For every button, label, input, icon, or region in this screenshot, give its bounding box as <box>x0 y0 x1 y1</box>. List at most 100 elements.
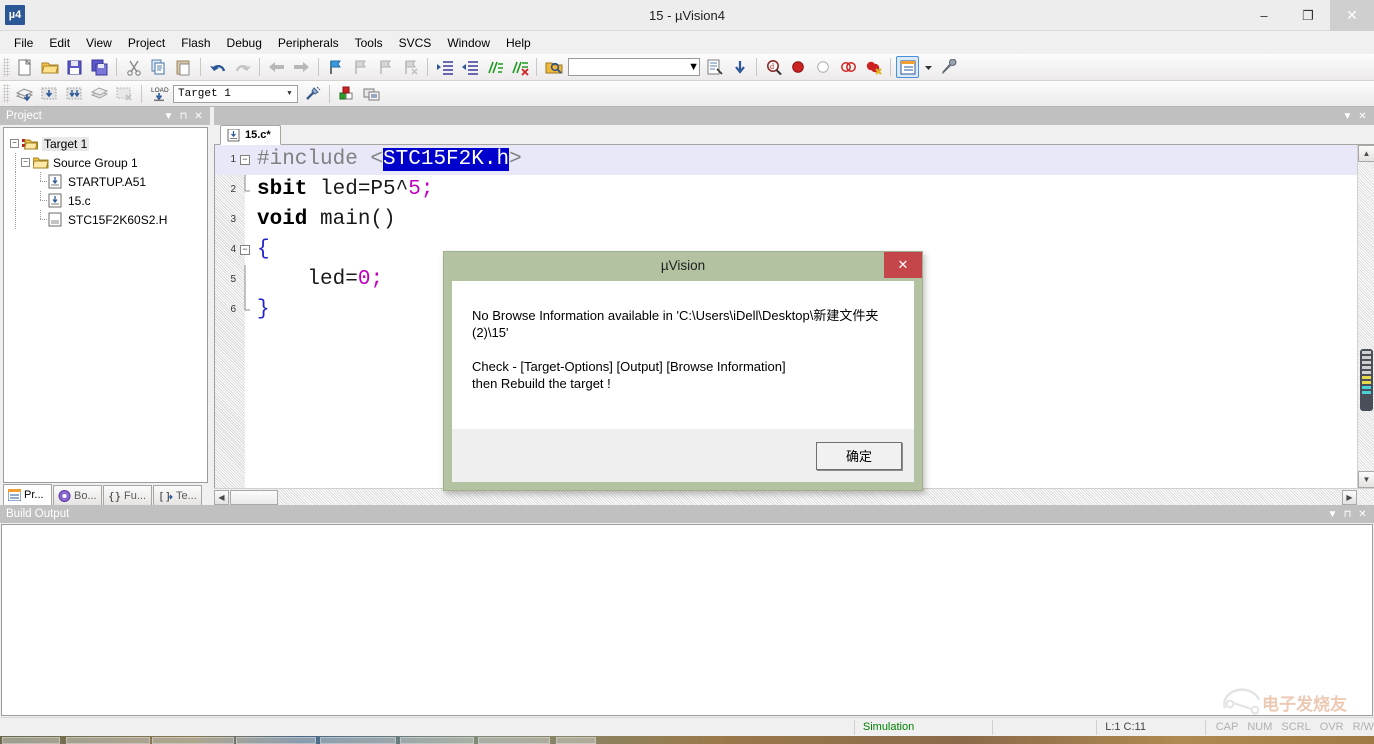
close-icon[interactable]: ✕ <box>1355 111 1370 122</box>
menu-flash[interactable]: Flash <box>173 33 218 53</box>
close-icon[interactable]: ✕ <box>191 111 206 122</box>
download-icon[interactable]: LOAD <box>147 83 170 105</box>
code-line[interactable]: 2 sbit led=P5^5; <box>215 175 1374 205</box>
code-line[interactable]: 1 − #include <STC15F2K.h> <box>215 145 1374 175</box>
editor-tab-15c[interactable]: 15.c* <box>220 125 281 145</box>
search-combo[interactable]: ▼ <box>568 58 700 76</box>
build-output-content[interactable] <box>1 524 1373 716</box>
editor-vertical-scrollbar[interactable]: ▲ ▼ <box>1357 145 1374 488</box>
find-icon[interactable]: d <box>762 56 785 78</box>
tree-guide <box>10 191 21 210</box>
translate-icon[interactable] <box>13 83 36 105</box>
goto-definition-icon[interactable] <box>728 56 751 78</box>
save-icon[interactable] <box>63 56 86 78</box>
redo-icon[interactable] <box>231 56 254 78</box>
batch-build-icon[interactable] <box>88 83 111 105</box>
target-selector[interactable]: Target 1 ▼ <box>173 84 298 103</box>
menu-tools[interactable]: Tools <box>347 33 391 53</box>
comment-icon[interactable] <box>483 56 506 78</box>
dialog-ok-button[interactable]: 确定 <box>816 441 902 470</box>
toolbar-grip[interactable] <box>3 84 10 103</box>
copy-icon[interactable] <box>147 56 170 78</box>
scroll-right-button[interactable]: ▶ <box>1342 489 1357 505</box>
editor-tab-label: 15.c* <box>245 129 271 141</box>
tree-item-source-group[interactable]: − Source Group 1 <box>10 153 207 172</box>
pin-icon[interactable]: ⊓ <box>176 111 191 122</box>
toolbar-separator <box>318 58 319 76</box>
menu-window[interactable]: Window <box>439 33 498 53</box>
project-tree[interactable]: − Target 1 − Source Group 1 STARTUP.A51 … <box>3 127 208 483</box>
minimize-button[interactable]: – <box>1242 0 1286 31</box>
hscroll-thumb[interactable] <box>230 489 278 505</box>
build-icon[interactable] <box>38 83 61 105</box>
menu-peripherals[interactable]: Peripherals <box>270 33 347 53</box>
save-all-icon[interactable] <box>88 56 111 78</box>
undo-icon[interactable] <box>206 56 229 78</box>
tab-books[interactable]: Bo... <box>53 485 102 505</box>
tree-item-file[interactable]: STC15F2K60S2.H <box>10 210 207 229</box>
fold-toggle[interactable]: − <box>237 145 253 175</box>
tree-item-target[interactable]: − Target 1 <box>10 134 207 153</box>
menu-debug[interactable]: Debug <box>219 33 270 53</box>
tree-item-file[interactable]: 15.c <box>10 191 207 210</box>
toolbar-grip[interactable] <box>3 57 10 77</box>
menu-file[interactable]: File <box>6 33 41 53</box>
configure-icon[interactable] <box>937 56 960 78</box>
expander-icon[interactable]: − <box>10 139 19 148</box>
find-in-files-icon[interactable] <box>542 56 565 78</box>
menu-help[interactable]: Help <box>498 33 539 53</box>
open-file-icon[interactable] <box>38 56 61 78</box>
close-icon[interactable]: ✕ <box>1355 509 1370 520</box>
tab-templates[interactable]: [] Te... <box>153 485 202 505</box>
breakpoint-disable-icon[interactable] <box>812 56 835 78</box>
indent-icon[interactable] <box>433 56 456 78</box>
bookmark-next-icon[interactable] <box>374 56 397 78</box>
navigate-back-icon[interactable] <box>265 56 288 78</box>
menu-project[interactable]: Project <box>120 33 173 53</box>
close-button[interactable]: ✕ <box>1330 0 1374 31</box>
breakpoint-disable-all-icon[interactable] <box>837 56 860 78</box>
restore-button[interactable]: ❐ <box>1286 0 1330 31</box>
browse-symbol-icon[interactable] <box>703 56 726 78</box>
dialog-close-button[interactable]: ✕ <box>884 252 922 278</box>
pin-icon[interactable]: ⊓ <box>1340 509 1355 520</box>
chevron-down-icon[interactable]: ▼ <box>1325 509 1340 520</box>
multi-project-icon[interactable] <box>360 83 383 105</box>
new-file-icon[interactable] <box>13 56 36 78</box>
scroll-left-button[interactable]: ◀ <box>214 489 229 505</box>
menu-view[interactable]: View <box>78 33 120 53</box>
rebuild-icon[interactable] <box>63 83 86 105</box>
chevron-down-icon[interactable]: ▼ <box>282 90 297 98</box>
bookmark-prev-icon[interactable] <box>349 56 372 78</box>
uncomment-icon[interactable] <box>508 56 531 78</box>
fold-guide <box>237 175 253 205</box>
code-line[interactable]: 3 void main() <box>215 205 1374 235</box>
chevron-down-icon[interactable] <box>921 56 935 78</box>
bookmark-clear-icon[interactable] <box>399 56 422 78</box>
code-text: #include <STC15F2K.h> <box>257 148 522 171</box>
tab-project[interactable]: Pr... <box>3 484 52 505</box>
tree-item-file[interactable]: STARTUP.A51 <box>10 172 207 191</box>
chevron-down-icon[interactable]: ▼ <box>688 61 699 73</box>
expander-icon[interactable]: − <box>21 158 30 167</box>
bookmark-toggle-icon[interactable] <box>324 56 347 78</box>
scroll-up-button[interactable]: ▲ <box>1358 145 1374 162</box>
menu-edit[interactable]: Edit <box>41 33 78 53</box>
tab-functions[interactable]: {} Fu... <box>103 485 152 505</box>
project-window-icon[interactable] <box>896 56 919 78</box>
menu-svcs[interactable]: SVCS <box>391 33 440 53</box>
breakpoint-kill-all-icon[interactable] <box>862 56 885 78</box>
scroll-down-button[interactable]: ▼ <box>1358 471 1374 488</box>
stop-build-icon[interactable] <box>113 83 136 105</box>
navigate-forward-icon[interactable] <box>290 56 313 78</box>
options-target-icon[interactable] <box>301 83 324 105</box>
fold-toggle[interactable]: − <box>237 235 253 265</box>
manage-components-icon[interactable] <box>335 83 358 105</box>
chevron-down-icon[interactable]: ▼ <box>161 111 176 122</box>
paste-icon[interactable] <box>172 56 195 78</box>
cut-icon[interactable] <box>122 56 145 78</box>
scroll-marker-strip[interactable] <box>1360 349 1373 411</box>
chevron-down-icon[interactable]: ▼ <box>1340 111 1355 122</box>
breakpoint-insert-icon[interactable] <box>787 56 810 78</box>
outdent-icon[interactable] <box>458 56 481 78</box>
